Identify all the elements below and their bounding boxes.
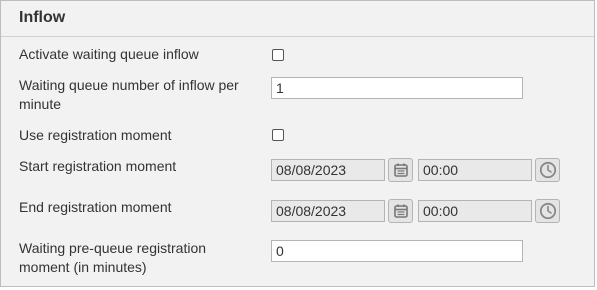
start-registration-time-input[interactable]: 00:00 <box>418 159 532 181</box>
clock-icon <box>539 161 556 179</box>
activate-inflow-label: Activate waiting queue inflow <box>19 46 199 62</box>
clock-icon <box>539 202 556 220</box>
start-date-picker-button[interactable] <box>388 158 413 182</box>
inflow-panel: Inflow Activate waiting queue inflow Wai… <box>0 0 595 287</box>
activate-inflow-checkbox[interactable] <box>272 49 284 61</box>
start-registration-label: Start registration moment <box>19 158 177 174</box>
start-time-picker-button[interactable] <box>535 158 560 182</box>
end-registration-label: End registration moment <box>19 199 172 215</box>
use-registration-moment-checkbox[interactable] <box>272 129 284 141</box>
pre-queue-minutes-input[interactable]: 0 <box>271 240 523 262</box>
pre-queue-minutes-label: Waiting pre-queue registration moment (i… <box>19 240 207 275</box>
start-registration-date-input[interactable]: 08/08/2023 <box>271 159 385 181</box>
end-registration-date-input[interactable]: 08/08/2023 <box>271 200 385 222</box>
calendar-icon <box>393 204 408 218</box>
end-registration-time-input[interactable]: 00:00 <box>418 200 532 222</box>
end-date-picker-button[interactable] <box>388 199 413 223</box>
title-divider <box>1 36 594 37</box>
calendar-icon <box>393 163 408 177</box>
inflow-per-minute-label: Waiting queue number of inflow per minut… <box>19 77 239 112</box>
end-time-picker-button[interactable] <box>535 199 560 223</box>
inflow-per-minute-input[interactable]: 1 <box>271 77 523 99</box>
panel-title: Inflow <box>19 9 66 26</box>
use-registration-moment-label: Use registration moment <box>19 127 172 143</box>
